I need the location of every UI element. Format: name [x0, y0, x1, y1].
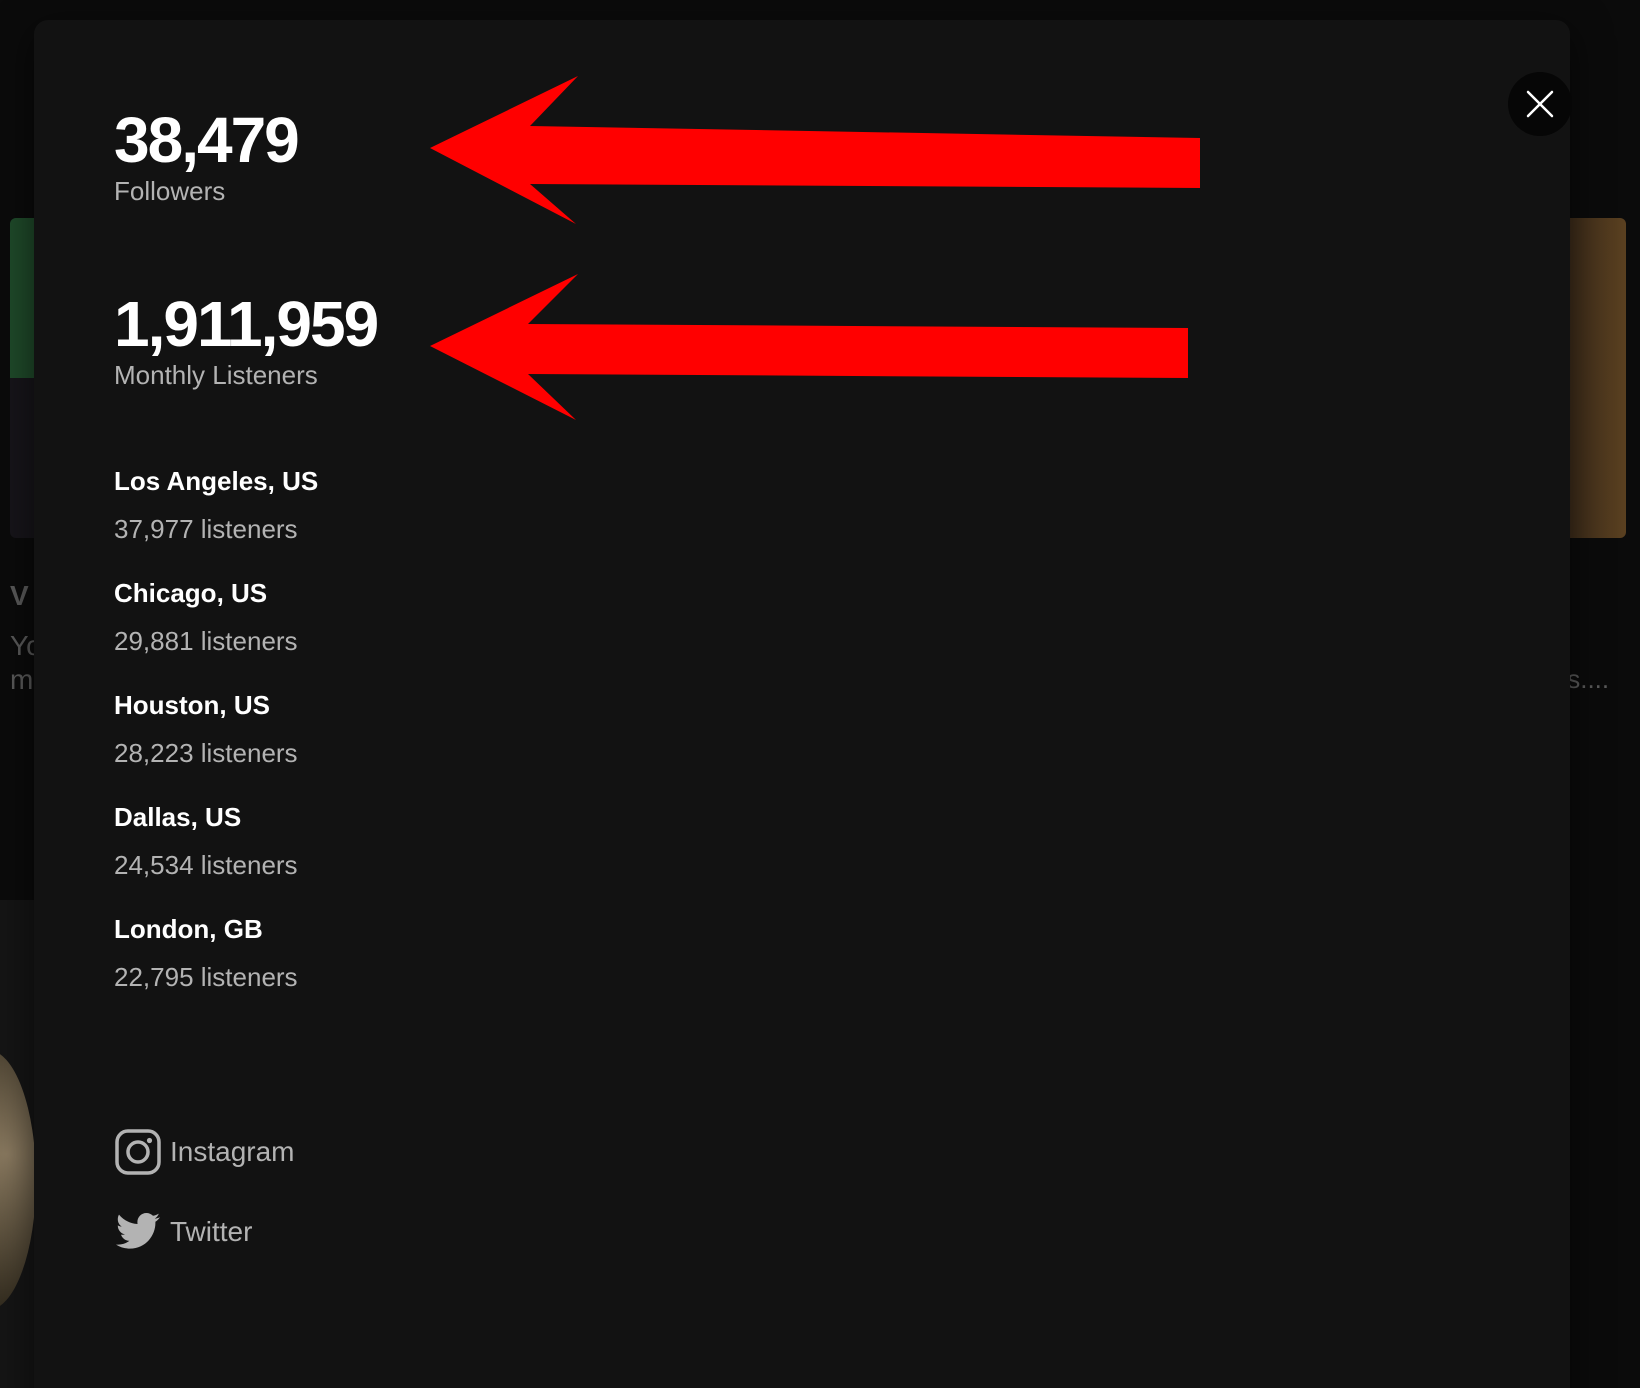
background-text-left-1: V — [10, 580, 29, 611]
city-name: Houston, US — [114, 690, 270, 720]
monthly-listeners-count: 1,911,959 — [114, 288, 379, 360]
city-name: Dallas, US — [114, 802, 242, 832]
city-listeners: 37,977 listeners — [114, 514, 298, 544]
instagram-link[interactable]: Instagram — [114, 1128, 295, 1176]
city-item: Houston, US 28,223 listeners — [114, 692, 318, 804]
city-item: Chicago, US 29,881 listeners — [114, 580, 318, 692]
twitter-label: Twitter — [170, 1216, 253, 1247]
close-icon — [1526, 90, 1554, 118]
city-listeners: 24,534 listeners — [114, 850, 298, 880]
city-item: Dallas, US 24,534 listeners — [114, 804, 318, 916]
twitter-icon — [114, 1208, 162, 1256]
city-listeners: 22,795 listeners — [114, 962, 298, 992]
instagram-label: Instagram — [170, 1136, 295, 1167]
monthly-listeners-label: Monthly Listeners — [114, 360, 318, 390]
followers-count: 38,479 — [114, 104, 300, 176]
city-listeners: 28,223 listeners — [114, 738, 298, 768]
followers-label: Followers — [114, 176, 226, 206]
city-listeners: 29,881 listeners — [114, 626, 298, 656]
artist-stats-modal: 38,479 Followers 1,911,959 Monthly Liste… — [34, 20, 1572, 1388]
screenshot-stage: V Yo m ıs.... 38,479 Followers 1,911,959… — [0, 0, 1640, 1388]
instagram-icon — [114, 1128, 162, 1176]
close-button[interactable] — [1508, 72, 1572, 136]
city-name: London, GB — [114, 914, 263, 944]
twitter-link[interactable]: Twitter — [114, 1208, 252, 1256]
background-text-left-3: m — [10, 664, 34, 695]
city-item: Los Angeles, US 37,977 listeners — [114, 468, 318, 580]
city-name: Chicago, US — [114, 578, 268, 608]
top-cities-list: Los Angeles, US 37,977 listeners Chicago… — [114, 468, 318, 1028]
city-name: Los Angeles, US — [114, 466, 319, 496]
city-item: London, GB 22,795 listeners — [114, 916, 318, 1028]
